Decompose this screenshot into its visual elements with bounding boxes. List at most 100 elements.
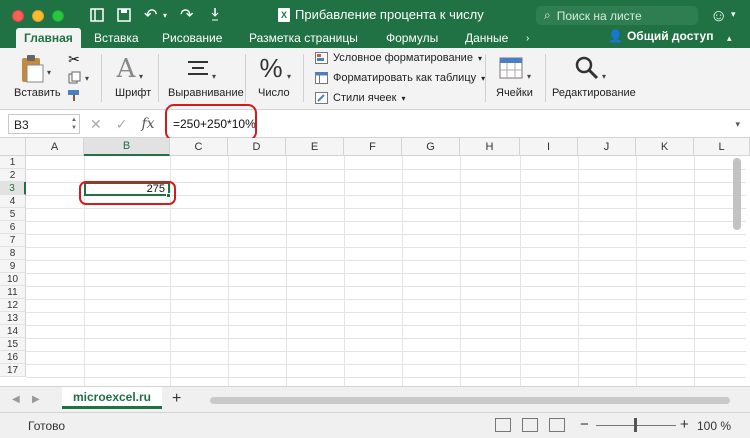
worksheet-grid[interactable]: A B C D E F G H I J K L 1 2 3 4 5 6 7 8 …	[0, 138, 750, 386]
expand-formula-bar-icon[interactable]: ▾	[735, 119, 740, 130]
paste-icon[interactable]	[18, 54, 46, 84]
share-collapse-icon[interactable]: ▴	[727, 33, 732, 44]
row-header[interactable]: 2	[0, 169, 26, 182]
column-header-c[interactable]: C	[170, 138, 228, 156]
sheet-tab[interactable]: microexcel.ru	[62, 387, 162, 409]
add-sheet-button[interactable]: +	[172, 390, 181, 408]
cell-styles-icon	[315, 92, 328, 104]
ribbon: ▾ Вставить ✂ ▾ A ▾ Шрифт ▾ Выравнивание …	[0, 48, 750, 110]
row-header[interactable]: 14	[0, 325, 26, 338]
more-tabs-icon[interactable]: ›	[518, 28, 537, 48]
vertical-scrollbar[interactable]	[733, 158, 741, 230]
close-window-button[interactable]	[12, 10, 24, 22]
row-header[interactable]: 13	[0, 312, 26, 325]
gridline	[520, 156, 521, 386]
row-header[interactable]: 10	[0, 273, 26, 286]
format-as-table-button[interactable]: Форматировать как таблицу ▾	[315, 72, 485, 84]
tab-insert[interactable]: Вставка	[86, 28, 147, 48]
row-header[interactable]: 8	[0, 247, 26, 260]
cells-dropdown-icon[interactable]: ▾	[527, 72, 531, 81]
row-header[interactable]: 12	[0, 299, 26, 312]
row-header[interactable]: 16	[0, 351, 26, 364]
gridline	[228, 156, 229, 386]
copy-dropdown-icon[interactable]: ▾	[85, 74, 89, 83]
row-header-selected[interactable]: 3	[0, 182, 26, 195]
feedback-smiley-icon[interactable]: ☺	[710, 6, 727, 26]
row-header[interactable]: 7	[0, 234, 26, 247]
column-header-g[interactable]: G	[402, 138, 460, 156]
conditional-formatting-button[interactable]: Условное форматирование ▾	[315, 52, 482, 64]
cell-styles-button[interactable]: Стили ячеек ▾	[315, 92, 406, 104]
row-header[interactable]: 11	[0, 286, 26, 299]
sidebar-toggle-icon[interactable]	[90, 6, 104, 24]
font-dropdown-icon[interactable]: ▾	[139, 72, 143, 81]
column-header-f[interactable]: F	[344, 138, 402, 156]
ribbon-tabs: Главная Вставка Рисование Разметка стран…	[0, 26, 750, 48]
copy-icon[interactable]	[66, 70, 82, 84]
column-header-l[interactable]: L	[694, 138, 750, 156]
column-header-b[interactable]: B	[84, 138, 170, 156]
share-label: Общий доступ	[626, 29, 714, 43]
row-header[interactable]: 5	[0, 208, 26, 221]
share-button[interactable]: 👤 Общий доступ	[608, 29, 713, 43]
cells-icon[interactable]	[498, 56, 524, 80]
minimize-window-button[interactable]	[32, 10, 44, 22]
column-header-j[interactable]: J	[578, 138, 636, 156]
find-icon[interactable]	[574, 54, 600, 82]
maximize-window-button[interactable]	[52, 10, 64, 22]
paste-dropdown-icon[interactable]: ▾	[47, 68, 51, 77]
gridline	[26, 273, 746, 274]
zoom-level[interactable]: 100 %	[697, 419, 731, 433]
row-header[interactable]: 9	[0, 260, 26, 273]
tab-formulas[interactable]: Формулы	[378, 28, 446, 48]
row-header[interactable]: 17	[0, 364, 26, 377]
undo-icon[interactable]: ↶	[144, 6, 157, 24]
row-header[interactable]: 15	[0, 338, 26, 351]
normal-view-icon[interactable]	[495, 418, 511, 432]
prev-sheet-icon[interactable]: ◀	[12, 394, 20, 405]
formula-controls: ✕ ✓ fx	[90, 116, 155, 133]
editing-dropdown-icon[interactable]: ▾	[602, 72, 606, 81]
page-break-view-icon[interactable]	[549, 418, 565, 432]
insert-function-icon[interactable]: fx	[141, 116, 154, 133]
alignment-icon[interactable]	[186, 58, 210, 80]
undo-dropdown-icon[interactable]: ▾	[163, 6, 167, 24]
tab-page-layout[interactable]: Разметка страницы	[241, 28, 366, 48]
row-header[interactable]: 6	[0, 221, 26, 234]
column-header-h[interactable]: H	[460, 138, 520, 156]
page-layout-view-icon[interactable]	[522, 418, 538, 432]
row-header[interactable]: 1	[0, 156, 26, 169]
name-box-stepper-icon[interactable]: ▲ ▼	[71, 116, 77, 132]
column-header-i[interactable]: I	[520, 138, 578, 156]
column-header-k[interactable]: K	[636, 138, 694, 156]
next-sheet-icon[interactable]: ▶	[32, 394, 40, 405]
column-header-e[interactable]: E	[286, 138, 344, 156]
percent-icon[interactable]: %	[258, 53, 284, 83]
font-icon[interactable]: A	[113, 54, 139, 84]
zoom-slider-thumb[interactable]	[634, 418, 637, 432]
column-header-a[interactable]: A	[26, 138, 84, 156]
save-icon[interactable]	[117, 6, 131, 24]
format-painter-icon[interactable]	[66, 88, 82, 102]
select-all-corner[interactable]	[0, 138, 26, 156]
tab-data[interactable]: Данные	[457, 28, 516, 48]
confirm-entry-icon[interactable]: ✓	[116, 116, 128, 133]
tab-draw[interactable]: Рисование	[154, 28, 230, 48]
zoom-out-button[interactable]: −	[580, 416, 589, 433]
tab-home[interactable]: Главная	[16, 28, 81, 48]
column-header-d[interactable]: D	[228, 138, 286, 156]
search-sheet-input[interactable]: ⌕ Поиск на листе	[536, 6, 698, 25]
zoom-in-button[interactable]: +	[680, 416, 689, 433]
cut-icon[interactable]: ✂	[66, 51, 82, 67]
redo-icon[interactable]: ↷	[180, 6, 193, 24]
gridline	[344, 156, 345, 386]
row-header[interactable]: 4	[0, 195, 26, 208]
horizontal-scrollbar[interactable]	[210, 397, 730, 404]
name-box[interactable]: B3 ▲ ▼	[8, 114, 80, 134]
cancel-entry-icon[interactable]: ✕	[90, 116, 102, 133]
gridline	[694, 156, 695, 386]
alignment-dropdown-icon[interactable]: ▾	[212, 72, 216, 81]
feedback-dropdown-icon[interactable]: ▾	[731, 9, 736, 20]
number-dropdown-icon[interactable]: ▾	[287, 72, 291, 81]
customize-toolbar-icon[interactable]	[211, 6, 219, 24]
